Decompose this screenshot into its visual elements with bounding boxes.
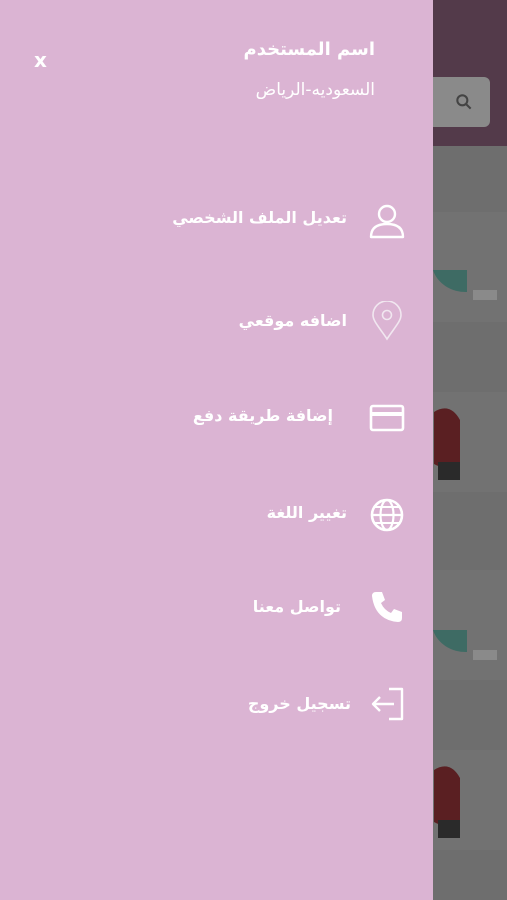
navigation-drawer: x اسم المستخدم السعوديه-الرياض تعديل الم… [0,0,433,900]
menu-item-add-location[interactable]: اضافه موقعي [0,291,433,351]
user-location: السعوديه-الرياض [255,80,375,100]
background-product-image [433,270,497,300]
credit-card-icon [369,404,405,432]
background-product-image [433,630,497,660]
search-icon [456,94,472,110]
menu-item-contact-us[interactable]: تواصل معنا [0,577,433,637]
menu-item-label: تغيير اللغة [266,503,347,522]
user-icon [369,204,405,239]
menu-item-change-language[interactable]: تغيير اللغة [0,485,433,545]
user-name: اسم المستخدم [243,39,375,60]
menu-item-label: تعديل الملف الشخصي [172,208,347,227]
menu-item-label: اضافه موقعي [238,311,347,330]
menu-item-label: إضافة طريقة دفع [192,406,333,425]
location-pin-icon [372,301,402,341]
background-avatar-image [434,766,460,838]
menu-item-edit-profile[interactable]: تعديل الملف الشخصي [0,190,433,250]
phone-icon [372,592,402,622]
menu-item-logout[interactable]: تسجيل خروج [0,674,433,734]
menu-item-add-payment[interactable]: إضافة طريقة دفع [0,388,433,448]
menu-item-label: تواصل معنا [252,597,341,616]
close-button[interactable]: x [34,48,47,72]
menu-item-label: تسجيل خروج [247,694,351,713]
globe-icon [370,498,404,532]
logout-icon [371,687,404,721]
background-avatar-image [434,408,460,480]
